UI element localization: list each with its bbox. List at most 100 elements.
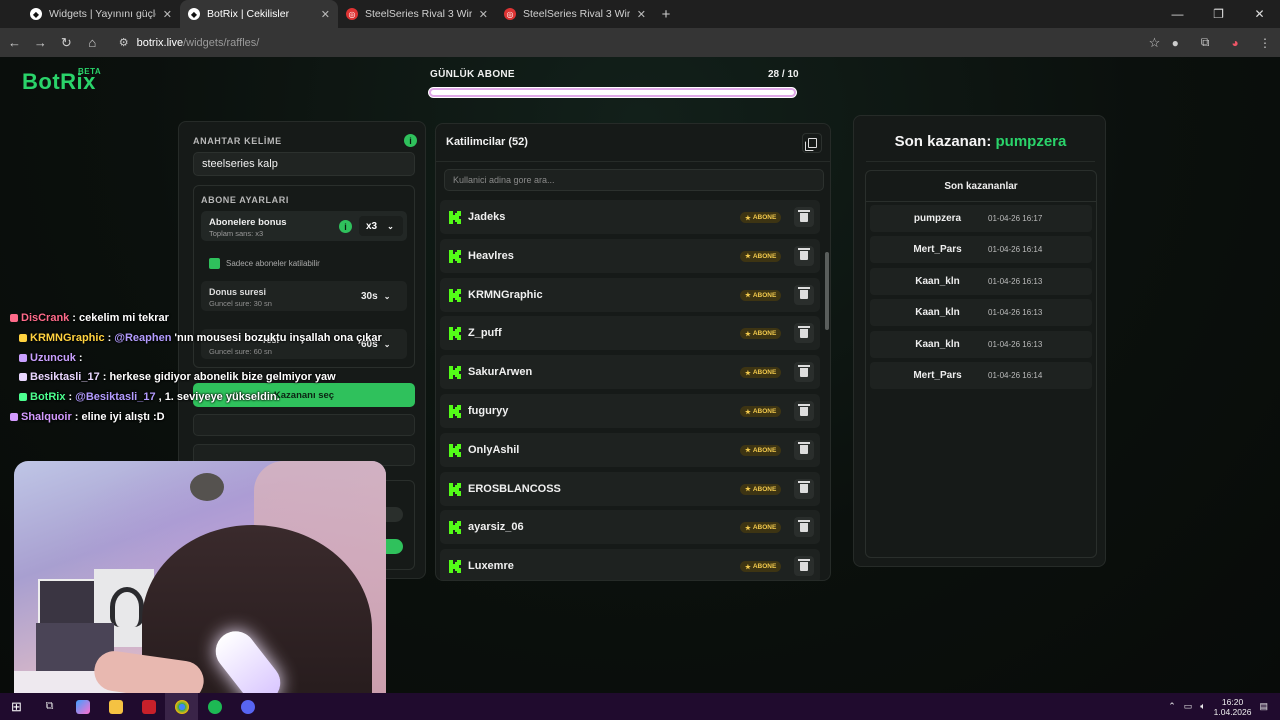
chat-username: BotRix <box>30 391 66 404</box>
close-icon[interactable]: ✕ <box>321 8 330 21</box>
chevron-up-icon[interactable]: ⌃ <box>1168 701 1176 712</box>
site-settings-icon[interactable]: ⚙ <box>119 36 129 49</box>
profile-extension-icon[interactable]: ● <box>1160 30 1190 55</box>
kick-icon <box>449 521 461 535</box>
checkbox[interactable] <box>209 258 220 269</box>
remove-participant-button[interactable] <box>794 556 814 577</box>
subscriber-badge: ★ ABONE <box>740 406 782 417</box>
chat-message: Uzuncuk: <box>19 350 83 366</box>
trash-icon <box>798 519 810 532</box>
minimize-button[interactable]: — <box>1157 0 1198 28</box>
participant-row[interactable]: Heavlres ★ ABONE <box>440 238 820 273</box>
bookmark-star-icon[interactable]: ☆ <box>1149 35 1161 51</box>
browser-tab-2[interactable]: ◎ SteelSeries Rival 3 Wireless Gen ✕ <box>338 0 496 28</box>
participant-row[interactable]: Z_puff ★ ABONE <box>440 316 820 351</box>
participant-row[interactable]: SakurArwen ★ ABONE <box>440 355 820 390</box>
chevron-down-icon: ⌄ <box>387 221 394 231</box>
duration-select[interactable]: 30s ⌄ <box>361 286 403 306</box>
url-field[interactable]: ⚙ botrix.live/widgets/raffles/ ☆ <box>113 32 1161 54</box>
goal-progress-fill <box>429 88 796 97</box>
badge-label: ABONE <box>752 446 777 454</box>
volume-icon[interactable]: 🔈︎ <box>1200 701 1205 712</box>
restore-button[interactable]: ❐ <box>1198 0 1239 28</box>
bonus-title: Abonelere bonus <box>209 217 287 228</box>
remove-participant-button[interactable] <box>794 323 814 344</box>
notification-icon[interactable]: ▤ <box>1259 701 1268 712</box>
participant-row[interactable]: OnlyAshil ★ ABONE <box>440 432 820 467</box>
remove-participant-button[interactable] <box>794 245 814 266</box>
extensions-icon[interactable]: ⧉ <box>1190 30 1220 55</box>
participants-panel: Katilimcilar (52) Kullanici adina gore a… <box>435 123 831 581</box>
back-button[interactable]: ← <box>2 30 27 55</box>
more-menu-icon[interactable]: ⋮ <box>1250 30 1280 55</box>
remove-participant-button[interactable] <box>794 439 814 460</box>
browser-tab-1[interactable]: ◆ BotRix | Cekilisler ✕ <box>180 0 338 28</box>
start-button[interactable]: ⊞ <box>0 693 33 720</box>
discord-icon[interactable] <box>231 693 264 720</box>
close-icon[interactable]: ✕ <box>479 8 488 21</box>
info-icon[interactable]: i <box>404 134 417 147</box>
close-window-button[interactable]: ✕ <box>1239 0 1280 28</box>
browser-tab-0[interactable]: ◆ Widgets | Yayınını güçlendirmek ✕ <box>22 0 180 28</box>
tab-title: SteelSeries Rival 3 Wireless Gen <box>365 8 472 20</box>
last-winner-title: Son kazanan: pumpzera <box>854 133 1107 150</box>
subscriber-badge: ★ ABONE <box>740 444 782 456</box>
only-subscribers-toggle[interactable]: Sadece aboneler katilabilir <box>209 258 320 269</box>
user-avatar-icon[interactable]: ◕ <box>1220 30 1250 55</box>
close-icon[interactable]: ✕ <box>163 8 172 21</box>
chat-badge-icon <box>19 353 27 362</box>
winner-time: 01-04-26 16:17 <box>988 214 1043 223</box>
participant-row[interactable]: ayarsiz_06 ★ ABONE <box>440 510 820 545</box>
reload-button[interactable]: ↻ <box>54 30 79 55</box>
new-tab-button[interactable]: + <box>654 0 678 28</box>
remove-participant-button[interactable] <box>794 207 814 227</box>
bonus-multiplier-select[interactable]: x3 ⌄ <box>359 216 403 236</box>
remove-participant-button[interactable] <box>794 362 814 383</box>
forward-button[interactable]: → <box>28 30 53 55</box>
clock-date: 1.04.2026 <box>1213 706 1252 717</box>
participant-row[interactable]: fuguryy ★ ABONE <box>440 394 820 428</box>
secondary-button[interactable] <box>193 414 415 436</box>
tab-title: BotRix | Cekilisler <box>207 8 290 20</box>
spotify-icon[interactable] <box>198 693 231 720</box>
participant-row[interactable]: KRMNGraphic ★ ABONE <box>440 277 820 312</box>
network-icon[interactable]: ▭ <box>1184 701 1193 712</box>
browser-tab-3[interactable]: ◎ SteelSeries Rival 3 Wireless Gen ✕ <box>496 0 654 28</box>
badge-label: ABONE <box>752 369 777 377</box>
keyword-input[interactable]: steelseries kalp <box>193 152 415 176</box>
remove-participant-button[interactable] <box>794 478 814 499</box>
participant-row[interactable]: Jadeks ★ ABONE <box>440 200 820 234</box>
winner-time: 01-04-26 16:14 <box>988 371 1043 380</box>
app-icon[interactable] <box>132 693 165 720</box>
chat-text: , 1. seviyeye yükseldin. <box>158 391 280 404</box>
system-tray: ⌃ ▭ 🔈︎ 16:20 1.04.2026 ▤ <box>1168 693 1280 720</box>
kick-icon <box>449 211 461 224</box>
copilot-icon[interactable] <box>66 693 99 720</box>
scrollbar[interactable] <box>825 252 829 330</box>
trash-icon <box>798 325 810 338</box>
info-icon[interactable]: i <box>339 220 352 233</box>
file-explorer-icon[interactable] <box>99 693 132 720</box>
copy-button[interactable] <box>802 133 822 153</box>
participant-row[interactable]: EROSBLANCOSS ★ ABONE <box>440 471 820 506</box>
close-icon[interactable]: ✕ <box>637 8 646 21</box>
url-host: botrix.live <box>136 36 184 49</box>
chat-username: Shalquoir <box>21 411 72 423</box>
participant-row[interactable]: Luxemre ★ ABONE <box>440 549 820 580</box>
clock[interactable]: 16:20 1.04.2026 <box>1214 697 1252 717</box>
botrix-logo[interactable]: BotRix BETA <box>22 67 101 95</box>
remove-participant-button[interactable] <box>794 517 814 538</box>
chrome-icon[interactable] <box>165 693 198 720</box>
participant-search-input[interactable]: Kullanici adina gore ara... <box>444 169 824 191</box>
home-button[interactable]: ⌂ <box>80 30 105 55</box>
subscriber-badge: ★ ABONE <box>740 250 782 262</box>
subscriber-badge: ★ ABONE <box>740 522 782 534</box>
chat-message: BotRix: @Besiktasli_17, 1. seviyeye yükse… <box>19 389 280 405</box>
participant-name: OnlyAshil <box>468 443 520 456</box>
remove-participant-button[interactable] <box>794 284 814 305</box>
winner-row: pumpzera 01-04-26 16:17 <box>870 205 1092 232</box>
remove-participant-button[interactable] <box>794 401 814 421</box>
chat-text: 'nın mousesi bozuktu inşallah ona çıkar <box>174 331 382 344</box>
task-view-icon[interactable]: ⧉ <box>33 693 66 720</box>
trash-icon <box>798 403 810 416</box>
